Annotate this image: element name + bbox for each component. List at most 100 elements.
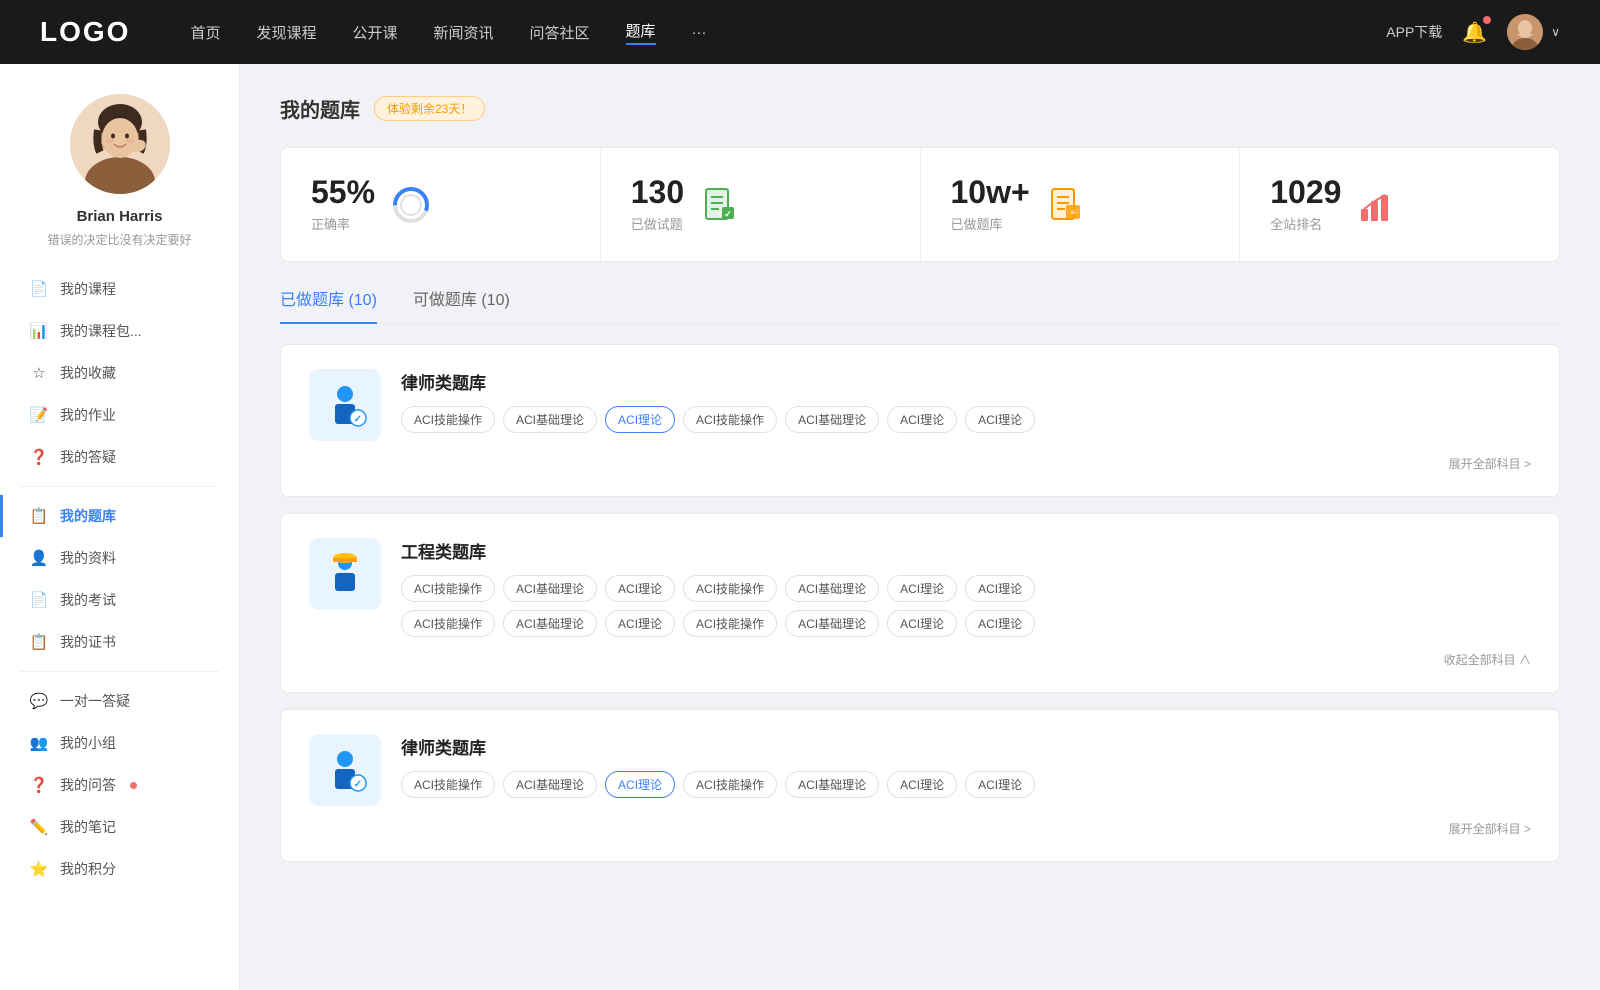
tab-done-banks[interactable]: 已做题库 (10) [280, 286, 377, 324]
my-qa-icon: ❓ [30, 776, 48, 794]
nav-menu: 首页 发现课程 公开课 新闻资讯 问答社区 题库 ··· [190, 20, 1386, 45]
bank-tabs: 已做题库 (10) 可做题库 (10) [280, 286, 1560, 324]
sidebar-item-points[interactable]: ⭐ 我的积分 [0, 848, 239, 890]
nav-more[interactable]: ··· [692, 24, 707, 41]
eng-tag-11[interactable]: ACI基础理论 [785, 610, 879, 637]
tag-3-5[interactable]: ACI理论 [887, 771, 957, 798]
eng-tag-9[interactable]: ACI理论 [605, 610, 675, 637]
engineer-bank-name: 工程类题库 [401, 538, 1531, 563]
eng-tag-6[interactable]: ACI理论 [965, 575, 1035, 602]
engineer-bank-icon [309, 538, 381, 610]
notes-icon: ✏️ [30, 818, 48, 836]
sidebar-divider-2 [20, 671, 219, 672]
profile-avatar [70, 94, 170, 194]
qa-icon: ❓ [30, 448, 48, 466]
qa-dot-badge [130, 782, 137, 789]
user-avatar-menu[interactable]: ∨ [1507, 14, 1560, 50]
eng-tag-12[interactable]: ACI理论 [887, 610, 957, 637]
sidebar-menu: 📄 我的课程 📊 我的课程包... ☆ 我的收藏 📝 我的作业 ❓ 我的答疑 � [0, 268, 239, 890]
tag-1-5[interactable]: ACI理论 [887, 406, 957, 433]
sidebar-item-favorites[interactable]: ☆ 我的收藏 [0, 352, 239, 394]
profile-motto: 错误的决定比没有决定要好 [27, 231, 211, 248]
sidebar-item-group[interactable]: 👥 我的小组 [0, 722, 239, 764]
star-icon: ☆ [30, 364, 48, 382]
notification-badge [1483, 16, 1491, 24]
eng-tag-8[interactable]: ACI基础理论 [503, 610, 597, 637]
tag-3-2[interactable]: ACI理论 [605, 771, 675, 798]
question-bank-icon: 📋 [30, 507, 48, 525]
exam-icon: 📄 [30, 591, 48, 609]
tag-3-1[interactable]: ACI基础理论 [503, 771, 597, 798]
banks-doc-icon: ≡ [1046, 185, 1086, 225]
tag-3-3[interactable]: ACI技能操作 [683, 771, 777, 798]
eng-tag-3[interactable]: ACI技能操作 [683, 575, 777, 602]
bank-card-lawyer-1: ✓ 律师类题库 ACI技能操作 ACI基础理论 ACI理论 ACI技能操作 AC… [280, 344, 1560, 497]
eng-tag-13[interactable]: ACI理论 [965, 610, 1035, 637]
eng-tag-1[interactable]: ACI基础理论 [503, 575, 597, 602]
sidebar-item-question-bank[interactable]: 📋 我的题库 [0, 495, 239, 537]
eng-tag-0[interactable]: ACI技能操作 [401, 575, 495, 602]
avatar [1507, 14, 1543, 50]
nav-news[interactable]: 新闻资讯 [434, 22, 494, 43]
trial-badge: 体验剩余23天！ [374, 96, 485, 121]
tag-1-4[interactable]: ACI基础理论 [785, 406, 879, 433]
stat-banks-label: 已做题库 [951, 214, 1030, 233]
tag-1-1[interactable]: ACI基础理论 [503, 406, 597, 433]
eng-tag-7[interactable]: ACI技能操作 [401, 610, 495, 637]
eng-tag-5[interactable]: ACI理论 [887, 575, 957, 602]
tag-3-0[interactable]: ACI技能操作 [401, 771, 495, 798]
navbar-right: APP下载 🔔 ∨ [1386, 14, 1560, 50]
expand-btn-3[interactable]: 展开全部科目 > [1449, 820, 1531, 837]
tag-1-0[interactable]: ACI技能操作 [401, 406, 495, 433]
logo[interactable]: LOGO [40, 16, 130, 48]
navbar: LOGO 首页 发现课程 公开课 新闻资讯 问答社区 题库 ··· APP下载 … [0, 0, 1600, 64]
nav-home[interactable]: 首页 [190, 22, 220, 43]
sidebar-item-qa[interactable]: ❓ 我的答疑 [0, 436, 239, 478]
nav-discover[interactable]: 发现课程 [256, 22, 316, 43]
lawyer-tags-2: ACI技能操作 ACI基础理论 ACI理论 ACI技能操作 ACI基础理论 AC… [401, 771, 1531, 798]
expand-btn-1[interactable]: 展开全部科目 > [1449, 455, 1531, 472]
eng-tag-10[interactable]: ACI技能操作 [683, 610, 777, 637]
nav-qa[interactable]: 问答社区 [530, 22, 590, 43]
svg-text:✓: ✓ [354, 779, 362, 790]
sidebar-item-my-qa[interactable]: ❓ 我的问答 [0, 764, 239, 806]
lawyer-bank-icon: ✓ [309, 369, 381, 441]
tag-3-4[interactable]: ACI基础理论 [785, 771, 879, 798]
nav-open-course[interactable]: 公开课 [352, 22, 397, 43]
app-download-button[interactable]: APP下载 [1386, 22, 1442, 42]
certificate-icon: 📋 [30, 633, 48, 651]
sidebar-item-my-course[interactable]: 📄 我的课程 [0, 268, 239, 310]
main-content: 我的题库 体验剩余23天！ 55% 正确率 [240, 64, 1600, 990]
collapse-btn-2[interactable]: 收起全部科目 ∧ [1444, 651, 1531, 668]
lawyer-bank-name-1: 律师类题库 [401, 369, 1531, 394]
sidebar-item-notes[interactable]: ✏️ 我的笔记 [0, 806, 239, 848]
homework-icon: 📝 [30, 406, 48, 424]
course-package-icon: 📊 [30, 322, 48, 340]
sidebar-divider-1 [20, 486, 219, 487]
sidebar-item-profile[interactable]: 👤 我的资料 [0, 537, 239, 579]
eng-tag-4[interactable]: ACI基础理论 [785, 575, 879, 602]
nav-questions[interactable]: 题库 [626, 20, 656, 45]
sidebar-item-homework[interactable]: 📝 我的作业 [0, 394, 239, 436]
notification-bell[interactable]: 🔔 [1462, 20, 1487, 45]
tag-1-6[interactable]: ACI理论 [965, 406, 1035, 433]
stat-accuracy: 55% 正确率 [281, 148, 601, 261]
stat-questions-value: 130 [631, 176, 684, 208]
page-header: 我的题库 体验剩余23天！ [280, 94, 1560, 123]
sidebar-item-course-package[interactable]: 📊 我的课程包... [0, 310, 239, 352]
svg-text:≡: ≡ [1070, 208, 1075, 217]
sidebar-item-exam[interactable]: 📄 我的考试 [0, 579, 239, 621]
stats-row: 55% 正确率 130 已做试题 [280, 147, 1560, 262]
page-layout: Brian Harris 错误的决定比没有决定要好 📄 我的课程 📊 我的课程包… [0, 64, 1600, 990]
eng-tag-2[interactable]: ACI理论 [605, 575, 675, 602]
tag-3-6[interactable]: ACI理论 [965, 771, 1035, 798]
bank-card-lawyer-2: ✓ 律师类题库 ACI技能操作 ACI基础理论 ACI理论 ACI技能操作 AC… [280, 709, 1560, 862]
tag-1-2[interactable]: ACI理论 [605, 406, 675, 433]
sidebar-item-one-on-one[interactable]: 💬 一对一答疑 [0, 680, 239, 722]
profile-name: Brian Harris [77, 208, 163, 225]
sidebar-item-certificate[interactable]: 📋 我的证书 [0, 621, 239, 663]
tab-available-banks[interactable]: 可做题库 (10) [413, 286, 510, 324]
one-on-one-icon: 💬 [30, 692, 48, 710]
tag-1-3[interactable]: ACI技能操作 [683, 406, 777, 433]
stat-banks-value: 10w+ [951, 176, 1030, 208]
